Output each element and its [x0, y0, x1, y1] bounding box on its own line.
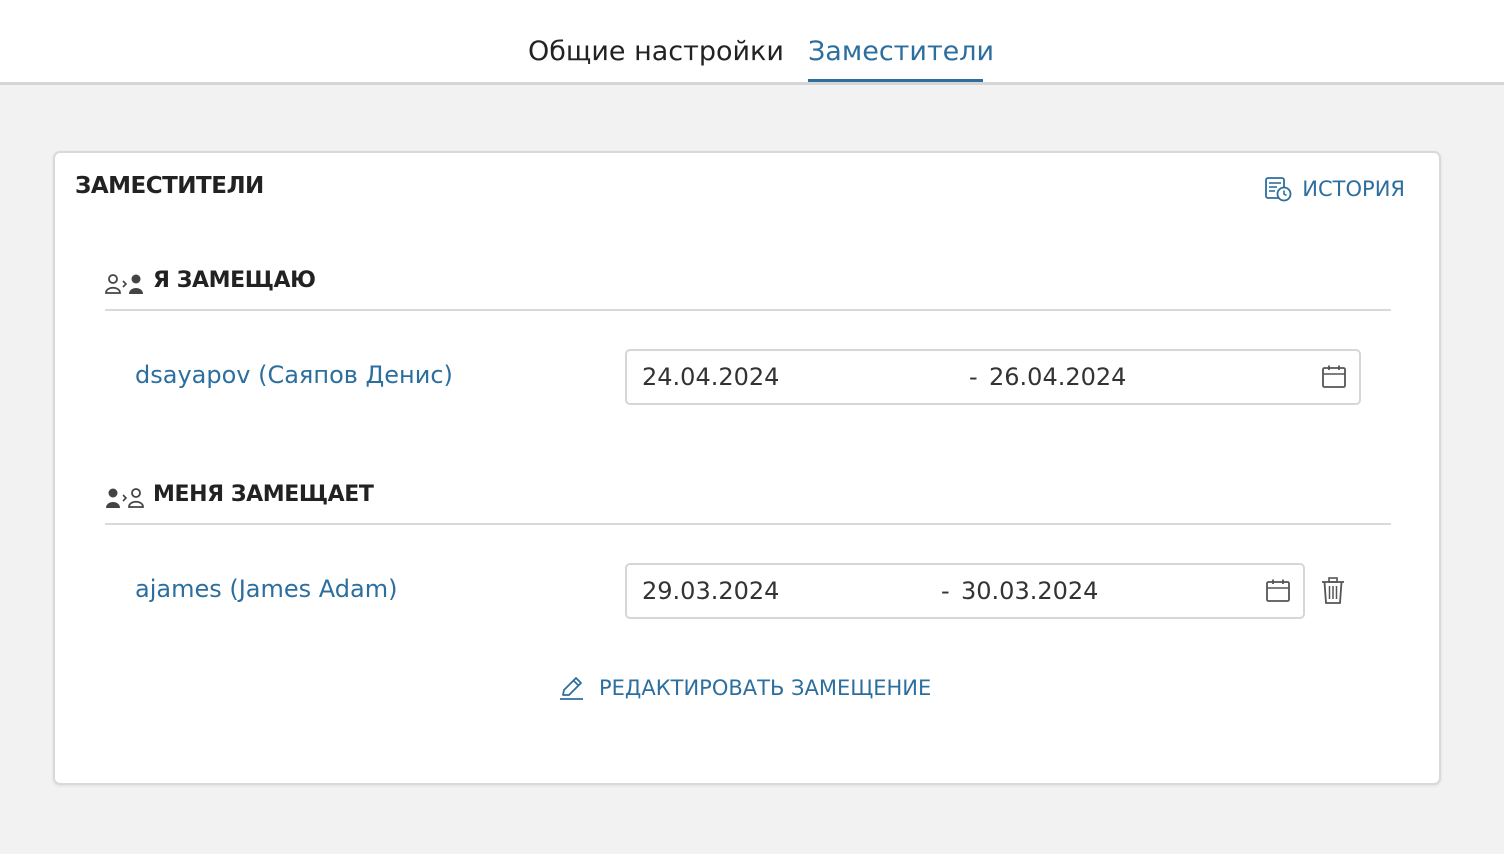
date-range-input[interactable]: 24.04.2024 - 26.04.2024	[625, 349, 1361, 405]
section-i-replace-header: Я ЗАМЕЩАЮ	[105, 267, 1391, 311]
date-to: 30.03.2024	[961, 577, 1099, 605]
trash-icon[interactable]	[1320, 577, 1346, 605]
history-button[interactable]: ИСТОРИЯ	[1264, 175, 1405, 203]
tabs: Общие настройки Заместители	[0, 0, 1504, 85]
user-replace-left-icon	[106, 488, 144, 508]
edit-replacement-button[interactable]: РЕДАКТИРОВАТЬ ЗАМЕЩЕНИЕ	[559, 673, 931, 703]
calendar-icon[interactable]	[1265, 578, 1291, 604]
date-to: 26.04.2024	[989, 363, 1127, 391]
date-separator: -	[941, 577, 950, 605]
date-separator: -	[969, 363, 978, 391]
person-link[interactable]: dsayapov (Саяпов Денис)	[135, 361, 453, 389]
tab-general-settings[interactable]: Общие настройки	[528, 34, 784, 82]
tab-deputies[interactable]: Заместители	[808, 34, 994, 82]
user-replace-right-icon	[105, 274, 143, 294]
edit-label: РЕДАКТИРОВАТЬ ЗАМЕЩЕНИЕ	[599, 676, 932, 700]
date-from: 24.04.2024	[642, 363, 780, 391]
section-title: МЕНЯ ЗАМЕЩАЕТ	[153, 482, 374, 507]
card-title: ЗАМЕСТИТЕЛИ	[75, 173, 264, 199]
pencil-icon	[560, 677, 583, 700]
person-link[interactable]: ajames (James Adam)	[135, 575, 397, 603]
calendar-icon[interactable]	[1321, 364, 1347, 390]
history-icon	[1265, 177, 1292, 202]
date-from: 29.03.2024	[642, 577, 780, 605]
top-tabs-bar: Общие настройки Заместители	[0, 0, 1504, 85]
deputies-card: ЗАМЕСТИТЕЛИ ИСТОРИЯ Я ЗАМЕЩАЮ dsayapov (…	[53, 151, 1441, 785]
date-range-input[interactable]: 29.03.2024 - 30.03.2024	[625, 563, 1305, 619]
section-replaces-me-header: МЕНЯ ЗАМЕЩАЕТ	[105, 481, 1391, 525]
section-title: Я ЗАМЕЩАЮ	[153, 268, 316, 293]
history-label: ИСТОРИЯ	[1302, 177, 1405, 201]
